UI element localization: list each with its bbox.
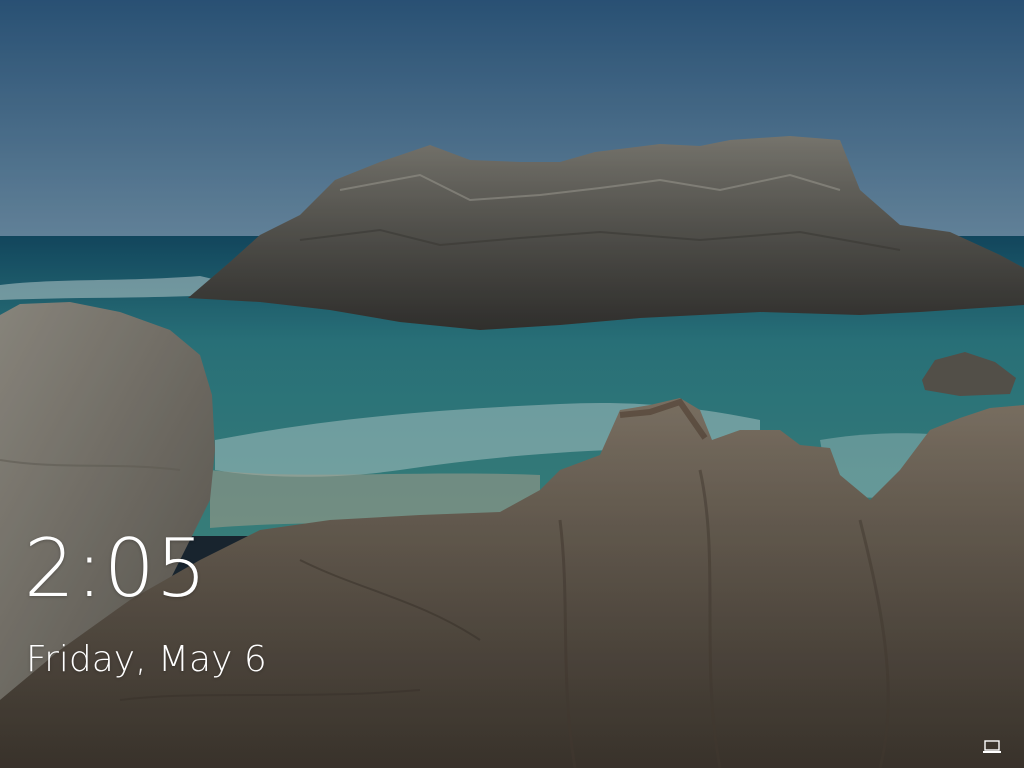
clock-time: 2:05 [24,522,208,615]
network-icon[interactable] [982,740,1002,754]
lock-screen[interactable]: 2:05 Friday, May 6 [0,0,1024,768]
clock-date: Friday, May 6 [26,639,267,680]
